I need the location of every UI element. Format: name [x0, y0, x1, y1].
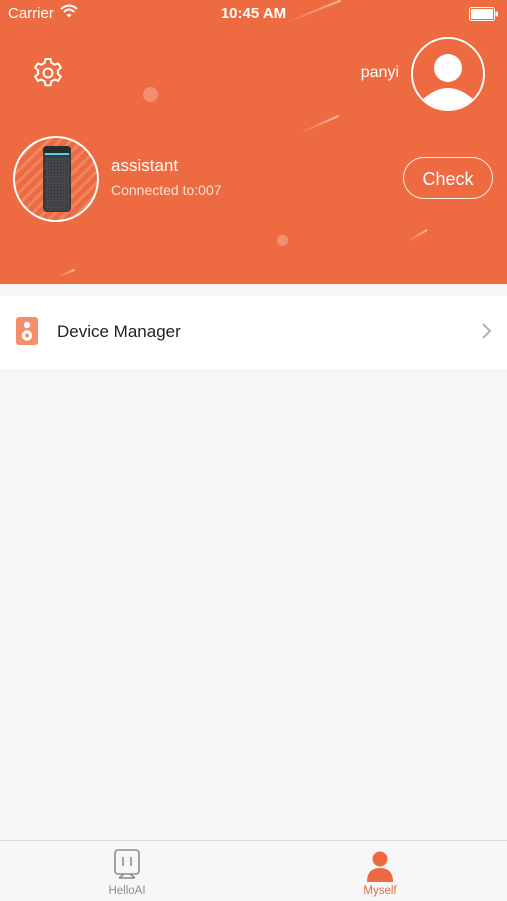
tab-myself[interactable]: Myself — [320, 841, 440, 901]
device-image — [13, 136, 99, 222]
device-manager-label: Device Manager — [57, 322, 181, 341]
speaker-icon — [16, 317, 38, 345]
tab-helloai-label: HelloAI — [108, 885, 146, 897]
status-bar: Carrier 10:45 AM — [0, 0, 507, 28]
tab-myself-label: Myself — [363, 885, 397, 897]
decor-streak — [299, 115, 339, 134]
chevron-right-icon — [481, 322, 493, 340]
tab-helloai[interactable]: HelloAI — [67, 841, 187, 901]
battery-icon — [469, 7, 499, 25]
device-name: assistant — [111, 156, 179, 175]
decor-streak — [57, 268, 75, 278]
smart-speaker-icon — [41, 144, 73, 214]
device-manager-row[interactable]: Device Manager — [0, 296, 507, 369]
gear-icon[interactable] — [30, 55, 66, 91]
tab-bar: HelloAI Myself — [0, 840, 507, 900]
person-icon — [366, 848, 394, 882]
clock: 10:45 AM — [220, 5, 287, 22]
robot-icon — [113, 848, 141, 882]
username: panyi — [360, 64, 399, 81]
decor-dot — [143, 87, 158, 102]
decor-streak — [407, 229, 428, 242]
user-avatar-icon[interactable] — [411, 37, 485, 111]
device-connection-status: Connected to:007 — [111, 182, 222, 198]
check-button[interactable]: Check — [403, 157, 493, 199]
profile-header: Carrier 10:45 AM panyi assistant Connect… — [0, 0, 507, 284]
decor-dot — [277, 235, 288, 246]
